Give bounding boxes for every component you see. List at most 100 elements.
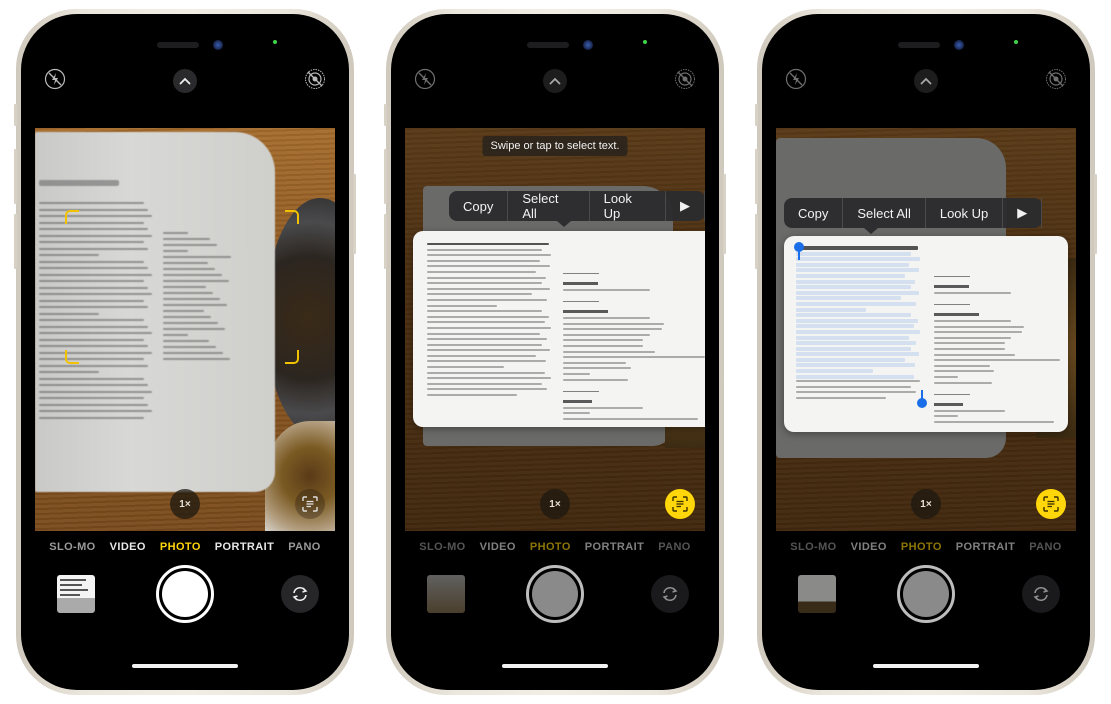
text-line xyxy=(796,369,873,374)
blurred-line xyxy=(39,345,148,347)
mode-slo-mo[interactable]: SLO-MO xyxy=(790,541,836,557)
mode-video[interactable]: VIDEO xyxy=(480,541,516,557)
mode-slo-mo[interactable]: SLO-MO xyxy=(49,541,95,557)
recipe-ingredients-text[interactable] xyxy=(563,243,705,423)
camera-screen: 1× SLO-MO VIDEO PHOTO PORTRAIT PANO xyxy=(21,14,349,690)
blurred-line xyxy=(163,346,216,348)
chevron-up-icon[interactable] xyxy=(914,69,938,93)
ingredient-line xyxy=(934,325,1024,328)
last-photo-thumbnail[interactable] xyxy=(427,575,465,613)
shutter-button[interactable] xyxy=(897,565,955,623)
ingredient-line xyxy=(934,375,958,378)
ingredient-line xyxy=(563,328,662,331)
mode-portrait[interactable]: PORTRAIT xyxy=(956,541,1015,557)
text-line xyxy=(427,310,543,313)
camera-in-use-indicator xyxy=(643,40,647,44)
selected-intro-text[interactable] xyxy=(796,246,924,403)
volume-down-button xyxy=(14,214,17,269)
ingredient-line xyxy=(563,289,650,291)
selection-end-handle[interactable] xyxy=(917,398,927,408)
text-line xyxy=(796,335,909,340)
flash-off-icon[interactable] xyxy=(414,68,436,90)
camera-flip-icon xyxy=(662,586,678,602)
mode-photo[interactable]: PHOTO xyxy=(901,541,942,557)
switch-camera-button[interactable] xyxy=(1022,575,1060,613)
text-line xyxy=(796,391,917,394)
home-indicator[interactable] xyxy=(502,664,608,668)
text-detection-bracket xyxy=(285,350,299,364)
text-line xyxy=(796,268,919,273)
recipe-ingredients-text[interactable] xyxy=(934,246,1060,426)
chevron-up-icon[interactable] xyxy=(543,69,567,93)
blurred-line xyxy=(163,286,206,288)
camera-viewfinder[interactable]: 1× xyxy=(35,128,335,531)
more-menu-arrow[interactable]: ▶ xyxy=(1003,198,1043,228)
flash-off-icon[interactable] xyxy=(785,68,807,90)
last-photo-thumbnail[interactable] xyxy=(798,575,836,613)
live-text-button[interactable] xyxy=(295,489,325,519)
copy-menu-item[interactable]: Copy xyxy=(449,191,509,221)
blurred-line xyxy=(39,403,148,406)
mode-video[interactable]: VIDEO xyxy=(851,541,887,557)
live-photo-off-icon[interactable] xyxy=(1045,68,1067,90)
ingredient-line xyxy=(563,322,665,325)
mode-portrait[interactable]: PORTRAIT xyxy=(585,541,644,557)
zoom-level-button[interactable]: 1× xyxy=(170,489,200,519)
text-line xyxy=(427,282,543,285)
mode-photo[interactable]: PHOTO xyxy=(160,541,201,557)
camera-screen: Swipe or tap to select text. Copy Select… xyxy=(391,14,719,690)
switch-camera-button[interactable] xyxy=(281,575,319,613)
select-all-menu-item[interactable]: Select All xyxy=(508,191,590,221)
text-line xyxy=(427,360,547,363)
text-line xyxy=(427,338,548,341)
select-all-menu-item[interactable]: Select All xyxy=(843,198,926,228)
blurred-line xyxy=(39,286,148,289)
ingredient-line xyxy=(563,378,629,381)
camera-screen: Copy Select All Look Up ▶ 1× SLO-MO VIDE… xyxy=(762,14,1090,690)
live-photo-off-icon[interactable] xyxy=(674,68,696,90)
recognized-text-card[interactable] xyxy=(784,236,1068,432)
blurred-line xyxy=(163,256,231,258)
camera-in-use-indicator xyxy=(1014,40,1018,44)
mode-pano[interactable]: PANO xyxy=(1029,541,1062,557)
home-indicator[interactable] xyxy=(873,664,979,668)
home-indicator[interactable] xyxy=(132,664,238,668)
flash-off-icon[interactable] xyxy=(44,68,66,90)
mode-photo[interactable]: PHOTO xyxy=(530,541,571,557)
zoom-level-button[interactable]: 1× xyxy=(911,489,941,519)
shutter-button[interactable] xyxy=(526,565,584,623)
mode-portrait[interactable]: PORTRAIT xyxy=(215,541,274,557)
mode-video[interactable]: VIDEO xyxy=(110,541,146,557)
shutter-button[interactable] xyxy=(156,565,214,623)
blurred-line xyxy=(39,215,152,217)
live-text-button[interactable] xyxy=(665,489,695,519)
blurred-line xyxy=(39,358,144,360)
look-up-menu-item[interactable]: Look Up xyxy=(590,191,666,221)
text-line xyxy=(796,290,919,295)
recipe-intro-text[interactable] xyxy=(427,243,555,400)
camera-viewfinder[interactable]: Swipe or tap to select text. Copy Select… xyxy=(405,128,705,531)
more-menu-arrow[interactable]: ▶ xyxy=(666,191,705,221)
live-text-icon xyxy=(1043,496,1059,512)
text-line xyxy=(427,293,532,296)
blurred-line xyxy=(39,234,152,237)
switch-camera-button[interactable] xyxy=(651,575,689,613)
mode-slo-mo[interactable]: SLO-MO xyxy=(419,541,465,557)
recognized-text-card[interactable] xyxy=(413,231,705,427)
last-photo-thumbnail[interactable] xyxy=(57,575,95,613)
copy-menu-item[interactable]: Copy xyxy=(784,198,844,228)
mode-pano[interactable]: PANO xyxy=(658,541,691,557)
mode-pano[interactable]: PANO xyxy=(288,541,321,557)
live-photo-off-icon[interactable] xyxy=(304,68,326,90)
text-line xyxy=(427,349,550,352)
ingredient-line xyxy=(934,409,1005,412)
phone-frame-1: 1× SLO-MO VIDEO PHOTO PORTRAIT PANO xyxy=(14,9,356,695)
live-text-button[interactable] xyxy=(1036,489,1066,519)
blurred-line xyxy=(39,208,148,211)
look-up-menu-item[interactable]: Look Up xyxy=(926,198,1004,228)
blurred-line xyxy=(39,260,144,263)
chevron-up-icon[interactable] xyxy=(173,69,197,93)
zoom-level-button[interactable]: 1× xyxy=(540,489,570,519)
camera-viewfinder[interactable]: Copy Select All Look Up ▶ 1× xyxy=(776,128,1076,531)
side-button xyxy=(1094,174,1097,254)
